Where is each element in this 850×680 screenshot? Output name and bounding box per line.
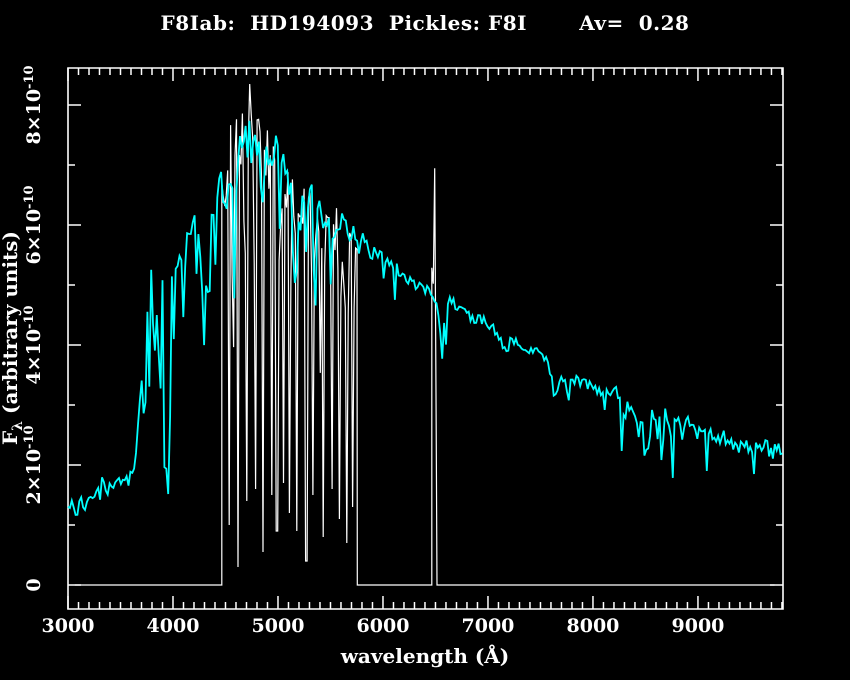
y-axis-label-suffix: (arbitrary units) (0, 231, 22, 421)
y-tick-mantissa: 4×10 (23, 329, 45, 385)
x-axis-tick-label: 7000 (462, 615, 515, 637)
x-axis-tick-label: 6000 (357, 615, 410, 637)
chart-title: F8Iab: HD194093 Pickles: F8I Av= 0.28 (161, 11, 690, 35)
y-tick-mantissa: 2×10 (23, 449, 45, 505)
x-axis-tick-label: 8000 (567, 615, 620, 637)
y-tick-exponent: -10 (22, 65, 37, 89)
x-axis-tick-label: 3000 (42, 615, 95, 637)
spectrum-plot-page: F8Iab: HD194093 Pickles: F8I Av= 0.28 30… (0, 0, 850, 680)
x-axis-label: wavelength (Å) (340, 644, 510, 668)
x-axis-tick-label: 4000 (147, 615, 200, 637)
y-tick-mantissa: 6×10 (23, 209, 45, 265)
x-axis-tick-label: 9000 (672, 615, 725, 637)
plot-background (0, 0, 850, 680)
y-tick-exponent: -10 (22, 185, 37, 209)
y-axis-label-prefix: F (0, 431, 22, 445)
y-tick-mantissa: 0 (23, 578, 45, 591)
y-tick-exponent: -10 (22, 305, 37, 329)
y-axis-tick-label: 0 (23, 578, 45, 591)
x-axis-tick-label: 5000 (252, 615, 305, 637)
y-axis-label-subscript: λ (10, 421, 26, 431)
chart-canvas: F8Iab: HD194093 Pickles: F8I Av= 0.28 30… (0, 0, 850, 680)
y-tick-mantissa: 8×10 (23, 89, 45, 145)
